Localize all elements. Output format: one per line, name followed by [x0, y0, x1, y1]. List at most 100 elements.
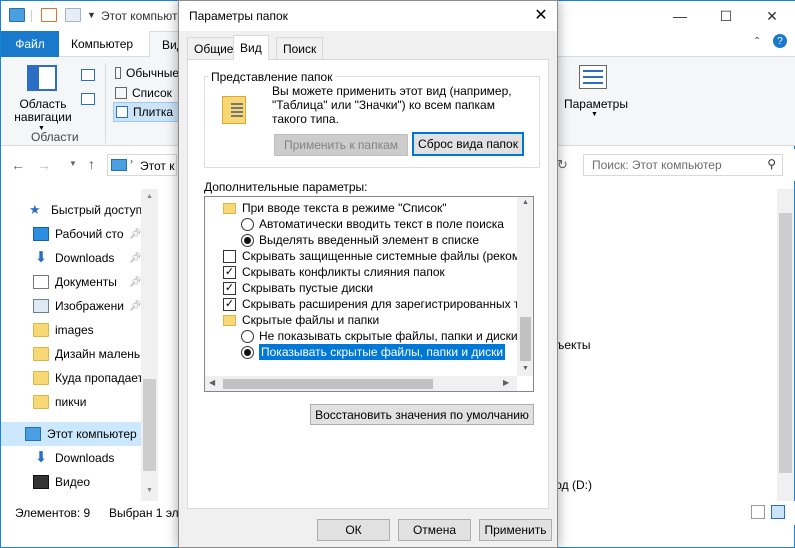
list-item[interactable]: Показывать скрытые файлы, папки и диски	[205, 344, 517, 360]
close-icon[interactable]: ✕	[749, 1, 795, 31]
checkbox[interactable]: ✓	[223, 297, 236, 311]
nav-item-label: Куда пропадает	[55, 371, 144, 385]
list-item-label: Выделять введенный элемент в списке	[259, 233, 479, 247]
nav-item-video[interactable]: Видео	[1, 470, 159, 494]
list-item[interactable]: ✓ Скрывать расширения для зарегистрирова…	[205, 296, 517, 312]
pin-icon[interactable]: 📌︎	[129, 277, 142, 288]
nav-item-documents[interactable]: Документы 📌︎	[1, 270, 159, 294]
minimize-icon[interactable]: —	[657, 1, 703, 31]
list-item[interactable]: Скрывать защищенные системные файлы (рек…	[205, 248, 517, 264]
nav-item-quick-access[interactable]: ★ Быстрый доступ	[1, 198, 159, 222]
refresh-icon[interactable]: ↻	[557, 157, 568, 173]
list-horizontal-scrollbar[interactable]: ◀ ▶	[205, 376, 517, 391]
checkbox[interactable]	[223, 249, 236, 263]
reset-folders-button[interactable]: Сброс вида папок	[412, 132, 524, 156]
list-icon	[115, 87, 127, 99]
nav-item-label: пикчи	[55, 395, 87, 409]
list-item[interactable]: ✓ Скрывать конфликты слияния папок	[205, 264, 517, 280]
pin-icon[interactable]: 📌︎	[129, 229, 142, 240]
nav-item-label: Документы	[55, 275, 117, 289]
address-box[interactable]: › Этот к	[107, 154, 177, 176]
list-item: При вводе текста в режиме "Список"	[205, 200, 517, 216]
tab-file[interactable]: Файл	[1, 31, 59, 57]
options-icon[interactable]	[579, 65, 607, 89]
up-arrow-icon[interactable]: ↑	[88, 156, 95, 172]
layout-tiles[interactable]: Плитка	[113, 102, 179, 122]
search-input[interactable]: Поиск: Этот компьютер ⚲	[583, 154, 783, 176]
details-pane-icon[interactable]	[81, 93, 95, 105]
dialog-title: Параметры папок	[189, 9, 288, 23]
list-item[interactable]: Автоматически вводить текст в поле поиск…	[205, 216, 517, 232]
radio-button[interactable]	[241, 345, 254, 359]
nav-item-label: Этот компьютер	[47, 427, 137, 441]
navigation-pane-label-2[interactable]: навигации	[9, 110, 77, 124]
nav-item-folder[interactable]: Дизайн малень	[1, 342, 159, 366]
ribbon-collapse-icon[interactable]: ⌃	[753, 36, 761, 47]
navigation-pane-label[interactable]: Область	[15, 97, 71, 111]
nav-item-folder[interactable]: пикчи	[1, 390, 159, 414]
tiles-view-icon[interactable]	[771, 505, 785, 519]
radio-button[interactable]	[241, 217, 254, 231]
folder-icon	[33, 347, 49, 361]
details-view-icon[interactable]	[751, 505, 765, 519]
pin-icon[interactable]: 📌︎	[129, 253, 142, 264]
new-folder-icon[interactable]	[65, 8, 81, 22]
computer-icon	[9, 8, 25, 22]
preview-pane-icon[interactable]	[81, 69, 95, 81]
nav-item-downloads[interactable]: ⬇ Downloads 📌︎	[1, 246, 159, 270]
quick-access-dropdown-icon[interactable]: ▼	[87, 10, 96, 20]
nav-item-label: Рабочий сто	[55, 227, 124, 241]
image-icon	[33, 299, 49, 313]
nav-item-folder[interactable]: Куда пропадает	[1, 366, 159, 390]
ok-button[interactable]: ОК	[317, 519, 390, 541]
close-icon[interactable]: ✕	[525, 1, 557, 29]
list-item[interactable]: Выделять введенный элемент в списке	[205, 232, 517, 248]
download-arrow-icon: ⬇	[34, 449, 48, 466]
radio-button[interactable]	[241, 329, 254, 343]
list-item[interactable]: Не показывать скрытые файлы, папки и дис…	[205, 328, 517, 344]
checkbox[interactable]: ✓	[223, 265, 236, 279]
apply-to-folders-button[interactable]: Применить к папкам	[274, 134, 408, 156]
options-button[interactable]: Параметры	[564, 97, 628, 111]
computer-icon	[25, 427, 41, 441]
chevron-right-icon: ›	[130, 156, 133, 166]
chevron-down-icon[interactable]: ▼	[591, 111, 598, 118]
layout-tiles-label: Плитка	[133, 105, 174, 119]
navigation-pane-icon[interactable]	[27, 65, 57, 91]
status-item-count: Элементов: 9	[15, 506, 91, 520]
radio-button[interactable]	[241, 233, 254, 247]
nav-item-pictures[interactable]: Изображени 📌︎	[1, 294, 159, 318]
properties-check-icon[interactable]	[41, 8, 57, 22]
list-item-label-selected: Показывать скрытые файлы, папки и диски	[259, 344, 506, 360]
maximize-icon[interactable]: ☐	[703, 1, 749, 31]
nav-item-this-pc[interactable]: Этот компьютер	[1, 422, 141, 446]
tab-computer[interactable]: Компьютер	[59, 31, 145, 57]
nav-scrollbar[interactable]: ▲ ▼	[141, 189, 158, 501]
divider	[105, 63, 106, 143]
nav-item-desktop[interactable]: Рабочий сто 📌︎	[1, 222, 159, 246]
content-scrollbar[interactable]	[777, 189, 794, 501]
grid-icon	[115, 67, 121, 79]
list-vertical-scrollbar[interactable]: ▲ ▼	[517, 197, 533, 376]
advanced-settings-list[interactable]: При вводе текста в режиме "Список" Автом…	[204, 196, 534, 392]
tab-search[interactable]: Поиск	[276, 37, 324, 59]
layout-normal[interactable]: Обычные	[115, 64, 179, 82]
restore-defaults-button[interactable]: Восстановить значения по умолчанию	[310, 404, 534, 425]
apply-button[interactable]: Применить	[479, 519, 552, 541]
cancel-button[interactable]: Отмена	[398, 519, 471, 541]
folder-icon	[33, 395, 49, 409]
download-arrow-icon: ⬇	[34, 249, 48, 266]
tab-view[interactable]: Вид	[233, 35, 269, 60]
folder-icon	[223, 314, 236, 326]
forward-arrow-icon[interactable]: →	[37, 157, 51, 173]
nav-item-downloads-2[interactable]: ⬇ Downloads	[1, 446, 159, 470]
pin-icon[interactable]: 📌︎	[129, 301, 142, 312]
help-icon[interactable]: ?	[773, 34, 787, 48]
list-item-label: Скрытые файлы и папки	[242, 313, 380, 327]
nav-item-folder[interactable]: images	[1, 318, 159, 342]
list-item[interactable]: ✓ Скрывать пустые диски	[205, 280, 517, 296]
checkbox[interactable]: ✓	[223, 281, 236, 295]
recent-dropdown-icon[interactable]: ▼	[69, 159, 77, 168]
layout-list[interactable]: Список	[115, 84, 179, 102]
back-arrow-icon[interactable]: ←	[11, 157, 25, 173]
